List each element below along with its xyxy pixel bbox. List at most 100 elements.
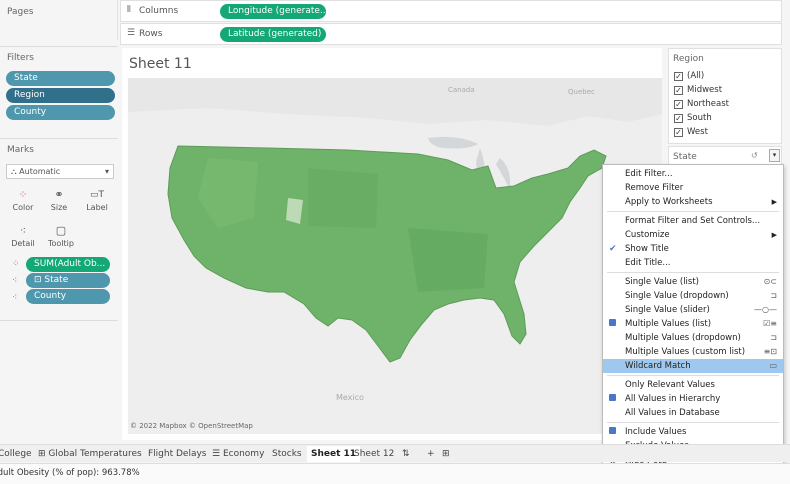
menu-item-all-values-in-hierarchy[interactable]: All Values in Hierarchy	[603, 392, 783, 406]
tab-global-temperatures-label: Global Temperatures	[48, 449, 142, 459]
menu-item-label: Show Title	[625, 244, 669, 254]
menu-item-label: Edit Filter...	[625, 169, 673, 179]
filter-mode-icon: ☑≡	[763, 319, 777, 328]
map-view[interactable]: Canada Quebec Mexico	[128, 78, 662, 434]
detail-icon: ⁖	[19, 224, 27, 237]
filter-mode-icon: ⊐	[770, 333, 777, 342]
marks-pill-sum-adult-obesity[interactable]: SUM(Adult Ob...	[26, 257, 110, 272]
new-worksheet-icon[interactable]: +	[427, 446, 435, 462]
submenu-arrow-icon: ▶	[771, 231, 777, 239]
menu-item-label: Remove Filter	[625, 183, 684, 193]
menu-item-edit-title[interactable]: Edit Title...	[603, 256, 783, 270]
label-text: Label	[86, 203, 108, 212]
menu-item-customize[interactable]: Customize ▶	[603, 228, 783, 242]
menu-item-single-value-dropdown[interactable]: Single Value (dropdown) ⊐	[603, 289, 783, 303]
filter-pill-county[interactable]: County	[6, 105, 115, 120]
menu-item-label: Only Relevant Values	[625, 380, 715, 390]
columns-pill-longitude[interactable]: Longitude (generate..	[220, 4, 326, 19]
region-option-south[interactable]: ✓ South	[674, 113, 712, 123]
tab-global-temperatures[interactable]: ⊞ Global Temperatures	[38, 446, 142, 462]
columns-icon: ⫴	[127, 5, 131, 15]
size-button[interactable]: ⚭ Size	[42, 185, 76, 219]
checkbox-checked-icon: ✓	[674, 114, 683, 123]
menu-item-label: Multiple Values (list)	[625, 319, 712, 329]
menu-separator	[607, 375, 779, 376]
map-label-canada: Canada	[448, 86, 475, 94]
marks-pill-state-label: State	[44, 275, 69, 285]
label-icon: ▭T	[89, 190, 104, 200]
menu-item-label: Single Value (dropdown)	[625, 291, 729, 301]
menu-item-single-value-slider[interactable]: Single Value (slider) —○—	[603, 303, 783, 317]
region-option-midwest[interactable]: ✓ Midwest	[674, 85, 722, 95]
menu-item-single-value-list[interactable]: Single Value (list) ⊙⊂	[603, 275, 783, 289]
dropdown-menu-button[interactable]: ▾	[769, 149, 780, 162]
color-field-icon: ⁘	[12, 259, 20, 269]
detail-button[interactable]: ⁖ Detail	[6, 221, 40, 255]
menu-item-apply-to-worksheets[interactable]: Apply to Worksheets ▶	[603, 195, 783, 209]
menu-item-multiple-values-custom-list[interactable]: Multiple Values (custom list) ≡⊡	[603, 345, 783, 359]
menu-separator	[607, 422, 779, 423]
menu-item-format-filter-and-set-controls[interactable]: Format Filter and Set Controls...	[603, 214, 783, 228]
checkmark-icon: ✔	[609, 244, 617, 254]
tooltip-button[interactable]: ▢ Tooltip	[44, 221, 78, 255]
state-filter-card: State ↺ ▾	[668, 146, 782, 166]
filter-pill-region[interactable]: Region	[6, 88, 115, 103]
detail-label: Detail	[11, 239, 35, 248]
tab-sheet-12[interactable]: Sheet 12	[354, 446, 394, 462]
new-data-source-icon[interactable]: ⇅	[402, 446, 410, 462]
rows-pill-latitude[interactable]: Latitude (generated)	[220, 27, 326, 42]
map-label-mexico: Mexico	[336, 393, 364, 402]
mark-type-dropdown[interactable]: ⛬ Automatic ▾	[6, 164, 114, 179]
marks-pill-state[interactable]: ⊡ State	[26, 273, 110, 288]
menu-item-wildcard-match[interactable]: Wildcard Match ▭	[603, 359, 783, 373]
region-option-northeast[interactable]: ✓ Northeast	[674, 99, 729, 109]
menu-item-multiple-values-list[interactable]: Multiple Values (list) ☑≡	[603, 317, 783, 331]
filter-mode-icon: ⊐	[770, 291, 777, 300]
tab-economy-label: Economy	[222, 449, 265, 459]
menu-item-label: Format Filter and Set Controls...	[625, 216, 761, 226]
columns-shelf[interactable]: ⫴ Columns Longitude (generate..	[120, 0, 782, 22]
map-attribution[interactable]: © 2022 Mapbox © OpenStreetMap	[130, 422, 253, 430]
color-button[interactable]: ⁘ Color	[6, 185, 40, 219]
clear-filter-icon[interactable]: ↺	[751, 151, 758, 160]
marks-pill-county[interactable]: County	[26, 289, 110, 304]
region-option-west-label: West	[687, 127, 708, 137]
submenu-arrow-icon: ▶	[771, 198, 777, 206]
checkbox-checked-icon: ✓	[674, 128, 683, 137]
tab-economy[interactable]: ☰ Economy	[212, 446, 264, 462]
region-option-all[interactable]: ✓ (All)	[674, 71, 704, 81]
menu-item-all-values-in-database[interactable]: All Values in Database	[603, 406, 783, 420]
filter-mode-icon: ▭	[769, 361, 777, 370]
selected-dot-icon	[609, 425, 616, 439]
rows-shelf[interactable]: ☰ Rows Latitude (generated)	[120, 23, 782, 45]
menu-item-include-values[interactable]: Include Values	[603, 425, 783, 439]
checkbox-checked-icon: ✓	[674, 100, 683, 109]
menu-item-label: Customize	[625, 230, 670, 240]
new-dashboard-icon[interactable]: ⊞	[442, 446, 450, 462]
filters-card: Filters State Region County	[0, 46, 118, 136]
tab-stocks[interactable]: Stocks	[272, 446, 302, 462]
rows-icon: ☰	[127, 28, 136, 38]
filter-mode-icon: ≡⊡	[763, 347, 777, 356]
pages-card: Pages	[0, 0, 118, 40]
tab-flight-delays[interactable]: Flight Delays	[148, 446, 206, 462]
menu-separator	[607, 211, 779, 212]
tooltip-icon: ▢	[55, 224, 67, 237]
menu-item-edit-filter[interactable]: Edit Filter...	[603, 167, 783, 181]
menu-item-only-relevant-values[interactable]: Only Relevant Values	[603, 378, 783, 392]
region-option-west[interactable]: ✓ West	[674, 127, 708, 137]
region-option-all-label: (All)	[687, 71, 705, 81]
marks-card: Marks ⛬ Automatic ▾ ⁘ Color ⚭ Size ▭T La…	[0, 138, 118, 318]
menu-item-label: Single Value (list)	[625, 277, 699, 287]
label-button[interactable]: ▭T Label	[80, 185, 114, 219]
tooltip-label: Tooltip	[48, 239, 74, 248]
menu-item-multiple-values-dropdown[interactable]: Multiple Values (dropdown) ⊐	[603, 331, 783, 345]
region-filter-card: Region ✓ (All) ✓ Midwest ✓ Northeast ✓ South…	[668, 48, 782, 144]
tab-sheet-11[interactable]: Sheet 11	[307, 446, 361, 462]
selected-dot-icon	[609, 392, 616, 406]
filter-pill-state[interactable]: State	[6, 71, 115, 86]
menu-item-show-title[interactable]: ✔ Show Title	[603, 242, 783, 256]
tab-college[interactable]: College	[0, 446, 32, 462]
columns-label: Columns	[139, 6, 179, 16]
menu-item-remove-filter[interactable]: Remove Filter	[603, 181, 783, 195]
